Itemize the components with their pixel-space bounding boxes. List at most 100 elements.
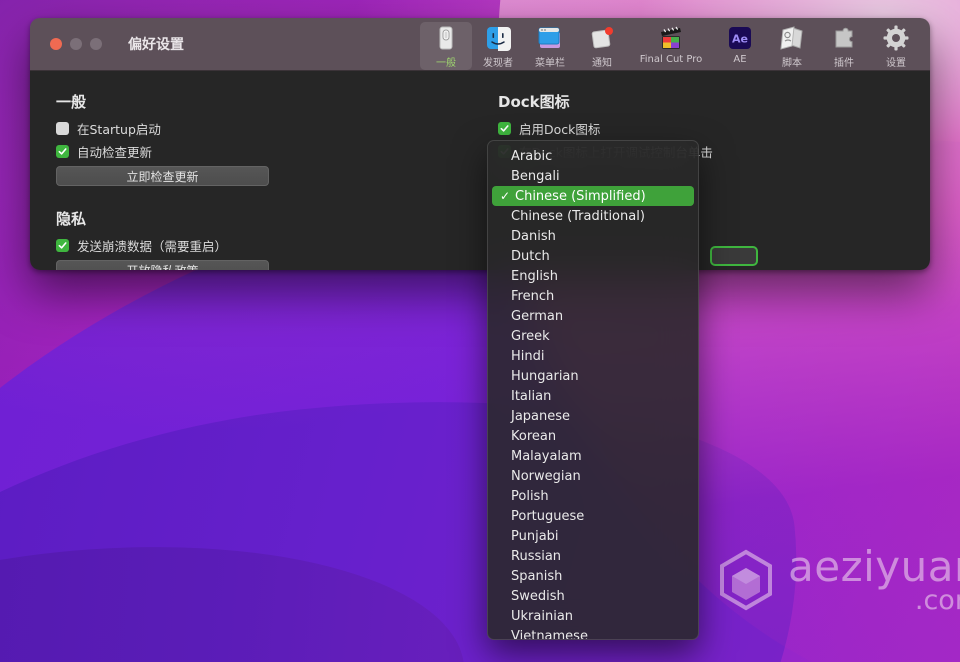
dropdown-option[interactable]: Vietnamese [488, 626, 698, 640]
dropdown-option[interactable]: Danish [488, 226, 698, 246]
option-label: Swedish [511, 589, 565, 604]
option-label: Hindi [511, 349, 545, 364]
option-label: Italian [511, 389, 551, 404]
toolbar-tab-label: Final Cut Pro [640, 54, 703, 65]
final-cut-pro-icon [658, 25, 684, 51]
close-window-button[interactable] [50, 38, 62, 50]
option-label: Danish [511, 229, 556, 244]
option-label: Hungarian [511, 369, 579, 384]
toolbar-tab-label: 插件 [834, 54, 854, 69]
dropdown-option[interactable]: Bengali [488, 166, 698, 186]
preferences-window: 偏好设置 一般 [30, 18, 930, 270]
dropdown-option[interactable]: Malayalam [488, 446, 698, 466]
checkbox-label: 自动检查更新 [77, 142, 152, 161]
toolbar-tab-label: 发现者 [483, 54, 513, 69]
option-label: Bengali [511, 169, 560, 184]
option-label: Ukrainian [511, 609, 573, 624]
checkbox-auto-check-updates[interactable] [56, 145, 69, 158]
section-title-privacy: 隐私 [56, 208, 480, 229]
option-label: Chinese (Simplified) [515, 189, 646, 204]
checkmark-icon [500, 124, 509, 133]
minimize-window-button[interactable] [70, 38, 82, 50]
dropdown-option[interactable]: Norwegian [488, 466, 698, 486]
toolbar-tab-menubar[interactable]: 菜单栏 [524, 22, 576, 70]
dropdown-option[interactable]: Ukrainian [488, 606, 698, 626]
section-title-general: 一般 [56, 91, 480, 112]
dropdown-option[interactable]: Hindi [488, 346, 698, 366]
occluded-controls [710, 246, 758, 270]
checkbox-label: 发送崩溃数据（需要重启） [77, 236, 227, 255]
checkbox-enable-dock-icon[interactable] [498, 122, 511, 135]
check-updates-now-button[interactable]: 立即检查更新 [56, 166, 269, 186]
checkbox-label: 启用Dock图标 [519, 119, 600, 138]
notification-icon [589, 25, 615, 51]
option-label: Chinese (Traditional) [511, 209, 645, 224]
toolbar-tab-final-cut-pro[interactable]: Final Cut Pro [628, 22, 714, 70]
dropdown-option[interactable]: Punjabi [488, 526, 698, 546]
option-label: Punjabi [511, 529, 559, 544]
option-label: Arabic [511, 149, 552, 164]
toolbar-tab-label: AE [733, 54, 746, 65]
checkbox-row-launch-at-startup[interactable]: 在Startup启动 [56, 120, 480, 137]
script-icon [779, 25, 805, 51]
checkbox-launch-at-startup[interactable] [56, 122, 69, 135]
checkmark-icon [58, 147, 67, 156]
plugin-puzzle-icon [831, 25, 857, 51]
toolbar-tab-plugins[interactable]: 插件 [818, 22, 870, 70]
dropdown-option[interactable]: Polish [488, 486, 698, 506]
dropdown-option[interactable]: Korean [488, 426, 698, 446]
checkbox-row-send-crash-data[interactable]: 发送崩溃数据（需要重启） [56, 237, 480, 254]
dropdown-option[interactable]: Japanese [488, 406, 698, 426]
language-dropdown-popup[interactable]: Arabic Bengali ✓Chinese (Simplified) Chi… [487, 140, 699, 640]
toolbar-tab-finder[interactable]: 发现者 [472, 22, 524, 70]
finder-face-icon [485, 25, 511, 51]
toolbar-tab-settings[interactable]: 设置 [870, 22, 922, 70]
after-effects-icon: Ae [727, 25, 753, 51]
dropdown-option[interactable]: Dutch [488, 246, 698, 266]
checkbox-send-crash-data[interactable] [56, 239, 69, 252]
toolbar-tab-label: 菜单栏 [535, 54, 565, 69]
dropdown-option[interactable]: French [488, 286, 698, 306]
toolbar-tab-label: 设置 [886, 54, 906, 69]
general-settings-pane: 一般 在Startup启动 自动检查更新 立即检查更新 隐私 [30, 89, 480, 270]
pane-spacer [56, 186, 480, 208]
window-titlebar[interactable]: 偏好设置 一般 [30, 18, 930, 71]
option-checkmark-icon: ✓ [500, 189, 515, 203]
toolbar-tab-notifications[interactable]: 通知 [576, 22, 628, 70]
checkbox-row-auto-check-updates[interactable]: 自动检查更新 [56, 143, 480, 160]
dropdown-option[interactable]: Greek [488, 326, 698, 346]
svg-text:Ae: Ae [732, 33, 748, 46]
option-label: Korean [511, 429, 556, 444]
toolbar-tab-label: 脚本 [782, 54, 802, 69]
menubar-window-icon [537, 25, 563, 51]
section-title-dock-icon: Dock图标 [498, 91, 930, 112]
toolbar-tab-general[interactable]: 一般 [420, 22, 472, 70]
dropdown-option[interactable]: Italian [488, 386, 698, 406]
dropdown-option[interactable]: Hungarian [488, 366, 698, 386]
toolbar-tab-after-effects[interactable]: Ae AE [714, 22, 766, 70]
option-label: Malayalam [511, 449, 582, 464]
maximize-window-button[interactable] [90, 38, 102, 50]
checkmark-icon [58, 241, 67, 250]
dropdown-option[interactable]: Spanish [488, 566, 698, 586]
option-label: Norwegian [511, 469, 581, 484]
option-label: Japanese [511, 409, 570, 424]
dropdown-option-selected[interactable]: ✓Chinese (Simplified) [492, 186, 694, 206]
dropdown-option[interactable]: English [488, 266, 698, 286]
toolbar-tab-script[interactable]: 脚本 [766, 22, 818, 70]
toolbar-tab-label: 通知 [592, 54, 612, 69]
dropdown-option[interactable]: Chinese (Traditional) [488, 206, 698, 226]
traffic-lights [50, 38, 102, 50]
toolbar-tab-label: 一般 [436, 54, 456, 69]
dropdown-option[interactable]: German [488, 306, 698, 326]
checkbox-row-enable-dock-icon[interactable]: 启用Dock图标 [498, 120, 930, 137]
language-select-focused[interactable] [710, 246, 758, 266]
desktop-background: aeziyuan .com 偏好设置 一般 [0, 0, 960, 662]
dropdown-option[interactable]: Portuguese [488, 506, 698, 526]
preferences-toolbar: 一般 发现者 [420, 22, 922, 70]
open-privacy-policy-button[interactable]: 开放隐私政策 [56, 260, 269, 270]
window-content: 一般 在Startup启动 自动检查更新 立即检查更新 隐私 [30, 71, 930, 270]
dropdown-option[interactable]: Swedish [488, 586, 698, 606]
dropdown-option[interactable]: Russian [488, 546, 698, 566]
dropdown-option[interactable]: Arabic [488, 146, 698, 166]
